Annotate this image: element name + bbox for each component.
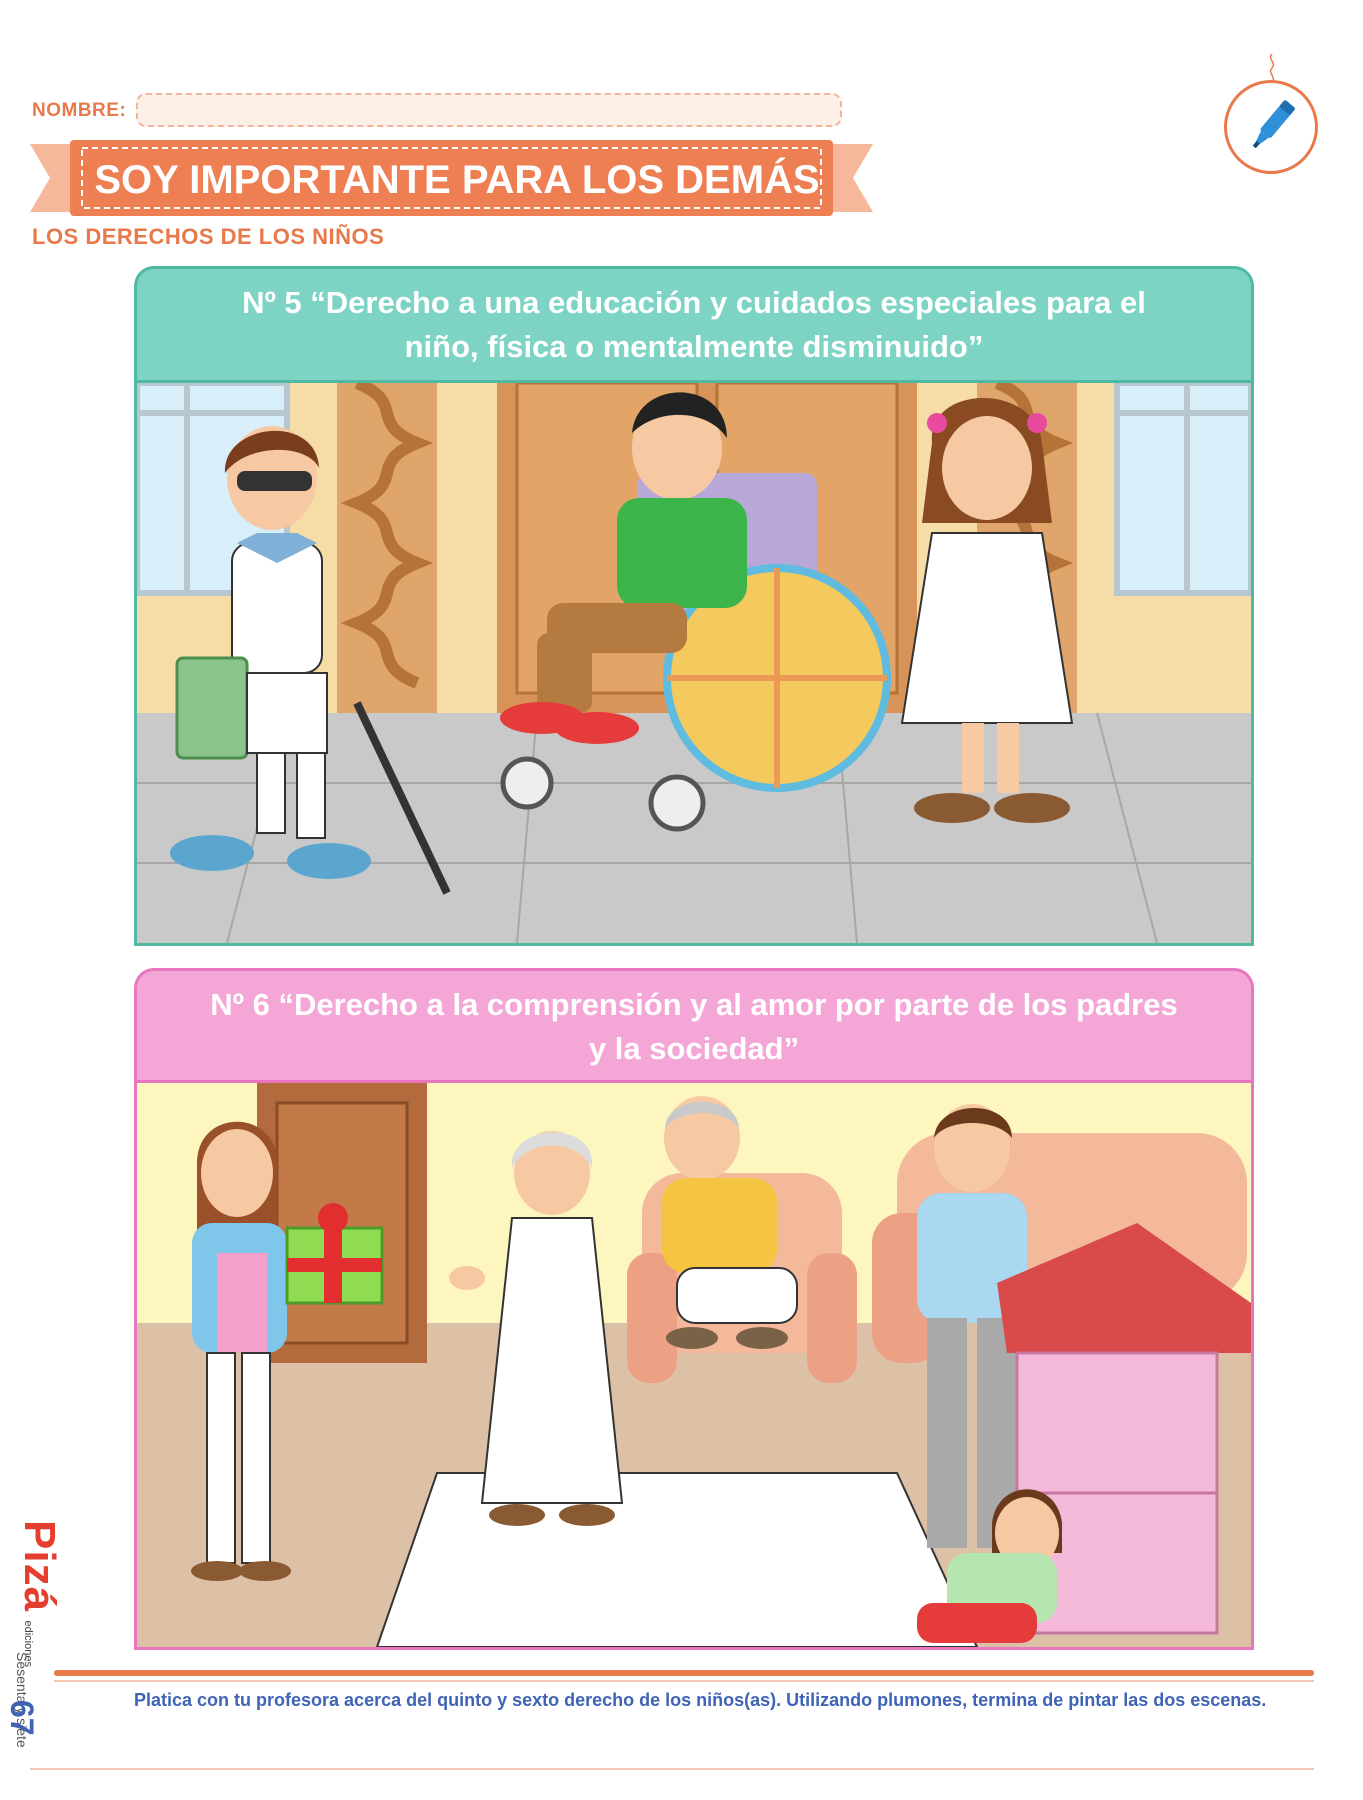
right-6-heading-line2: y la sociedad” — [588, 1031, 800, 1066]
name-input-field[interactable] — [136, 93, 842, 127]
right-6-heading-line1: Nº 6 “Derecho a la comprensión y al amor… — [210, 987, 1178, 1022]
page-title: SOY IMPORTANTE PARA LOS DEMÁS — [94, 158, 820, 202]
family-living-room-illustration — [134, 1080, 1254, 1650]
name-label: NOMBRE: — [32, 100, 127, 121]
right-6-heading: Nº 6 “Derecho a la comprensión y al amor… — [134, 968, 1254, 1082]
window-right — [1114, 383, 1251, 596]
activity-instruction: Platica con tu profesora acerca del quin… — [134, 1690, 1267, 1710]
right-5-heading: Nº 5 “Derecho a una educación y cuidados… — [134, 266, 1254, 382]
publisher-logo: Pizá ediciones — [14, 1520, 64, 1667]
right-5-heading-line1: Nº 5 “Derecho a una educación y cuidados… — [242, 285, 1146, 320]
marker-pen-icon — [1252, 100, 1295, 149]
section-subtitle: LOS DERECHOS DE LOS NIÑOS — [32, 224, 385, 249]
footer-divider — [54, 1670, 1314, 1676]
footer-divider-thin — [54, 1680, 1314, 1682]
activity-badge — [1224, 80, 1318, 174]
right-5-heading-line2: niño, física o mentalmente disminuido” — [404, 329, 984, 364]
pillar-left — [337, 383, 437, 713]
page-number: 67 — [4, 1700, 40, 1736]
school-corridor-illustration — [134, 380, 1254, 946]
footer-bottom-divider — [30, 1768, 1314, 1770]
squiggle-decoration — [1269, 54, 1275, 82]
publisher-name: Pizá — [15, 1520, 64, 1613]
